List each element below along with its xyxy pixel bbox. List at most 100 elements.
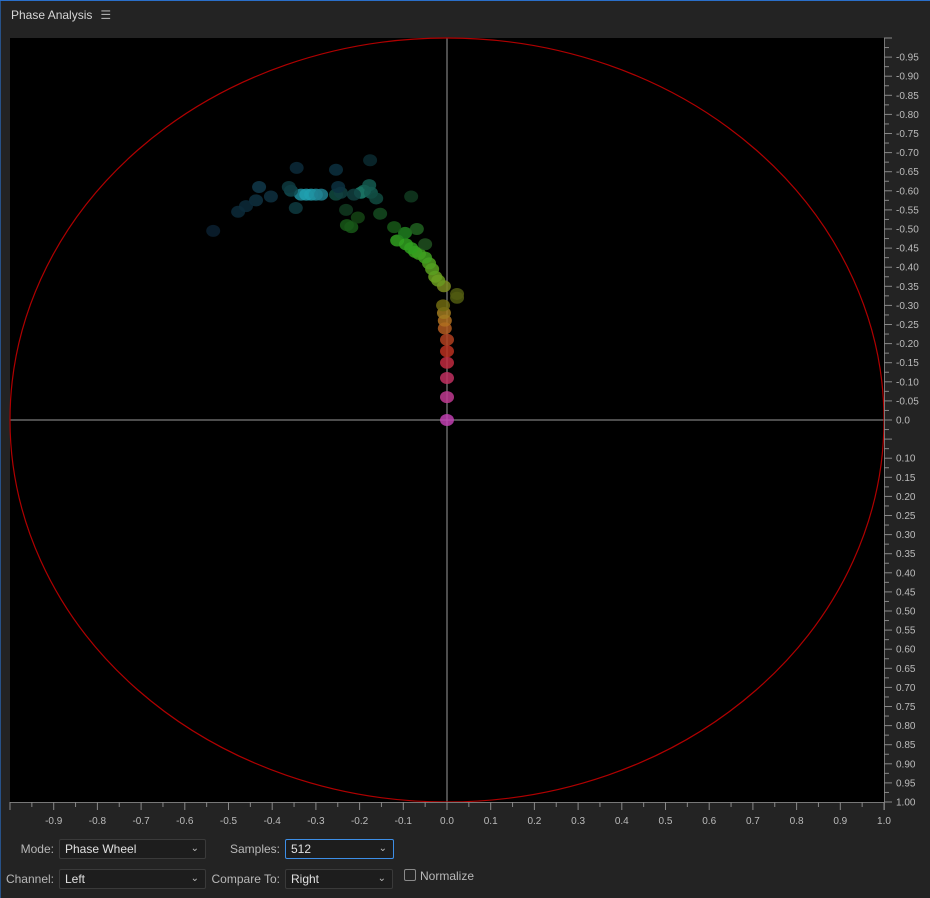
x-tick-label: 0.9: [833, 816, 847, 827]
channel-label: Channel:: [5, 872, 54, 886]
y-tick-label: 0.50: [896, 607, 916, 618]
data-point: [263, 190, 278, 203]
x-tick-label: -0.7: [132, 816, 150, 827]
y-tick-label: -0.40: [896, 263, 919, 274]
y-tick-label: -0.05: [896, 396, 919, 407]
x-tick-label: 0.3: [571, 816, 585, 827]
data-point: [350, 211, 365, 224]
phase-wheel-chart: -0.9 -0.8 -0.7 -0.6 -0.5 -0.4 -0.3 -0.2 -0.1 0.0 0…: [9, 37, 919, 827]
y-tick-label: -0.65: [896, 167, 919, 178]
x-tick-label: -0.6: [176, 816, 194, 827]
y-tick-label: 0.30: [896, 530, 916, 541]
samples-label: Samples:: [229, 842, 280, 856]
mode-select[interactable]: Phase Wheel ⌄: [59, 839, 206, 859]
y-tick-label: -0.85: [896, 91, 919, 102]
y-tick-label: -0.90: [896, 72, 919, 83]
y-tick-label: 0.70: [896, 683, 916, 694]
x-tick-label: -0.4: [264, 816, 282, 827]
chevron-down-icon: ⌄: [377, 873, 386, 884]
data-point: [314, 188, 329, 201]
compare-to-label: Compare To:: [211, 872, 280, 886]
y-tick-label: 0.45: [896, 587, 916, 598]
data-point: [409, 223, 424, 235]
data-point: [281, 180, 296, 193]
normalize-checkbox[interactable]: [404, 869, 416, 881]
data-point: [440, 391, 454, 404]
x-tick-label: 1.0: [877, 816, 891, 827]
x-tick-label: -0.1: [395, 816, 413, 827]
y-tick-label: -0.60: [896, 186, 919, 197]
x-tick-label: -0.2: [351, 816, 369, 827]
y-tick-label: -0.25: [896, 320, 919, 331]
data-point: [440, 371, 454, 384]
chevron-down-icon: ⌄: [378, 843, 387, 854]
data-point: [289, 161, 304, 174]
y-tick-label: -0.20: [896, 339, 919, 350]
y-tick-label: -0.35: [896, 282, 919, 293]
data-point: [369, 192, 384, 205]
y-tick-label: 0.75: [896, 702, 916, 713]
y-tick-label: -0.10: [896, 377, 919, 388]
compare-to-value: Right: [291, 872, 320, 886]
mode-label: Mode:: [20, 842, 54, 856]
y-tick-label: 0.85: [896, 740, 916, 751]
samples-select[interactable]: 512 ⌄: [285, 839, 394, 859]
data-point: [346, 188, 361, 201]
data-point: [206, 224, 221, 237]
data-point: [339, 219, 354, 232]
x-tick-label: 0.4: [615, 816, 629, 827]
data-point: [404, 190, 419, 203]
y-tick-label: 0.0: [896, 416, 910, 427]
x-tick-label: 0.6: [702, 816, 716, 827]
y-tick-label: -0.55: [896, 205, 919, 216]
data-point: [331, 180, 346, 193]
x-tick-label: -0.8: [89, 816, 107, 827]
mode-value: Phase Wheel: [65, 842, 137, 856]
data-point: [440, 333, 454, 346]
samples-value: 512: [291, 842, 312, 856]
y-tick-label: 0.60: [896, 645, 916, 656]
data-point: [440, 356, 454, 369]
y-tick-label: -0.75: [896, 129, 919, 140]
y-tick-label: 0.40: [896, 568, 916, 579]
data-point: [436, 299, 451, 312]
data-point: [418, 238, 433, 251]
data-point: [288, 201, 303, 214]
y-tick-label: 0.55: [896, 626, 916, 637]
y-tick-label: 0.20: [896, 492, 916, 503]
data-point: [440, 345, 454, 358]
x-tick-label: 0.8: [790, 816, 804, 827]
data-point: [373, 207, 388, 220]
chevron-down-icon: ⌄: [190, 843, 199, 854]
data-point: [362, 179, 377, 192]
y-tick-label: -0.70: [896, 148, 919, 159]
y-tick-label: 0.10: [896, 454, 916, 465]
data-point: [252, 180, 267, 193]
y-tick-label: 0.15: [896, 473, 916, 484]
data-point: [363, 154, 378, 167]
channel-value: Left: [65, 872, 86, 886]
chevron-down-icon: ⌄: [190, 873, 199, 884]
compare-to-select[interactable]: Right ⌄: [285, 869, 393, 889]
x-tick-label: 0.5: [659, 816, 673, 827]
y-tick-label: 0.95: [896, 778, 916, 789]
y-tick-label: -0.50: [896, 225, 919, 236]
x-tick-label: 0.7: [746, 816, 760, 827]
y-tick-label: -0.15: [896, 358, 919, 369]
x-tick-label: 0.1: [484, 816, 498, 827]
y-tick-label: -0.80: [896, 110, 919, 121]
y-tick-label: 1.00: [896, 798, 916, 809]
x-tick-label: 0.0: [440, 816, 454, 827]
x-tick-label: -0.5: [220, 816, 238, 827]
y-tick-label: 0.35: [896, 549, 916, 560]
normalize-label[interactable]: Normalize: [420, 869, 474, 883]
data-point: [387, 221, 402, 234]
y-tick-label: 0.80: [896, 721, 916, 732]
data-point: [231, 205, 246, 218]
y-tick-label: 0.65: [896, 664, 916, 675]
data-point: [329, 163, 344, 176]
data-point: [339, 203, 354, 216]
channel-select[interactable]: Left ⌄: [59, 869, 206, 889]
y-tick-label: 0.25: [896, 511, 916, 522]
y-tick-label: -0.30: [896, 301, 919, 312]
